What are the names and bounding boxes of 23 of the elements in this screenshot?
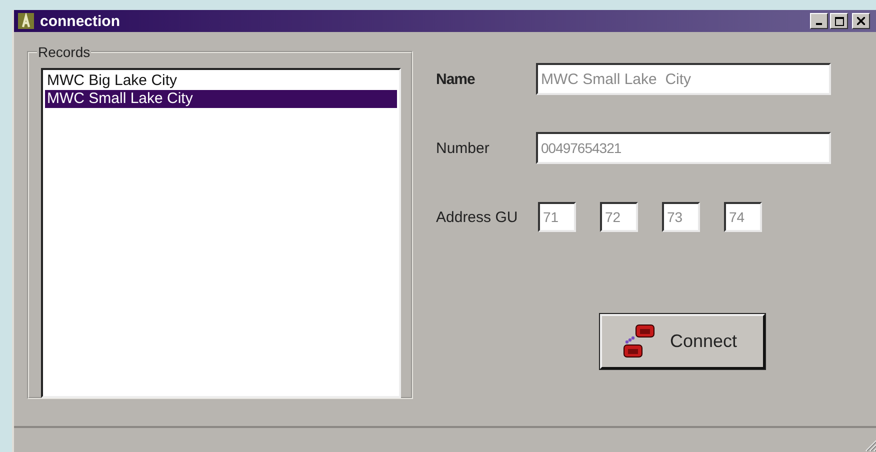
field-label: Number [436, 140, 490, 156]
app-icon [18, 13, 34, 29]
number-field[interactable]: 00497654321 [536, 132, 831, 164]
field-label: Name [436, 70, 476, 88]
minimize-button[interactable] [810, 13, 828, 29]
address-field[interactable]: 71 [538, 202, 576, 232]
name-field[interactable]: MWC Small Lake City [536, 63, 831, 95]
address-field[interactable]: 74 [724, 202, 762, 232]
maximize-icon [834, 16, 844, 26]
list-item[interactable]: MWC Small Lake City [45, 90, 397, 108]
close-icon [857, 17, 865, 25]
field-label: Address GU [436, 208, 519, 226]
list-item[interactable]: MWC Big Lake City [45, 72, 397, 90]
resize-grip-icon [864, 438, 876, 452]
records-list[interactable]: MWC Big Lake City MWC Small Lake City [41, 68, 401, 398]
group-label: Records [37, 44, 92, 60]
maximize-button[interactable] [830, 13, 848, 29]
window-title: connection [40, 12, 120, 30]
address-field[interactable]: 72 [600, 202, 638, 232]
phones-icon [622, 322, 656, 360]
close-button[interactable] [852, 13, 870, 29]
address-field[interactable]: 73 [662, 202, 700, 232]
connect-button[interactable]: Connect [600, 314, 765, 369]
